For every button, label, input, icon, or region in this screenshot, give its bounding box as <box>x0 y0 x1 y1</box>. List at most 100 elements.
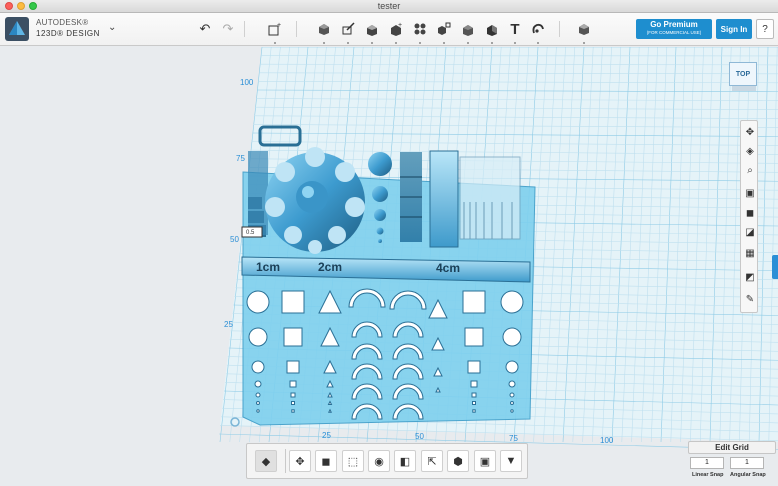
pan-icon[interactable]: ✥ <box>742 124 758 140</box>
ruler-label-4cm: 4cm <box>436 261 460 275</box>
square-test-right <box>472 409 476 413</box>
circle-test-right <box>508 380 516 388</box>
y-axis-label-50: 50 <box>230 235 239 244</box>
toolbar-separator <box>244 21 245 37</box>
view-cube-base[interactable] <box>732 86 756 91</box>
linear-snap-field[interactable]: 1 <box>690 457 724 469</box>
x-axis-label-50: 50 <box>415 432 424 441</box>
move-view-icon[interactable]: ◆ <box>255 450 277 472</box>
snap-icon[interactable] <box>528 19 548 44</box>
undo-icon[interactable]: ↶ <box>195 19 215 39</box>
export-icon[interactable]: ⇱ <box>421 450 443 472</box>
circle-test <box>256 409 260 413</box>
y-axis-label-25: 25 <box>224 320 233 329</box>
circle-test-right <box>510 409 514 413</box>
app-brand: AUTODESK® <box>36 18 89 27</box>
y-axis-label-75: 75 <box>236 154 245 163</box>
circle-test-right <box>510 401 514 405</box>
svg-text:+: + <box>277 22 281 29</box>
bottom-toolbar: ◆ ✥ ◼ ⬚ ◉ ◧ ⇱ ⬢ ▣ ▼ <box>246 443 528 479</box>
square-test-right <box>470 380 478 388</box>
circle-test-right <box>502 327 522 347</box>
toolbar-separator <box>296 21 297 37</box>
square-test-right <box>467 360 481 374</box>
thin-walls <box>459 156 521 240</box>
x-axis-label-100: 100 <box>600 436 614 445</box>
shade-icon[interactable]: ◪ <box>742 224 758 240</box>
construct-icon[interactable] <box>362 19 382 44</box>
square-test-right <box>471 392 477 398</box>
orbit-icon[interactable]: ◈ <box>742 143 758 159</box>
go-premium-button[interactable]: Go Premium (FOR COMMERCIAL USE) <box>636 19 712 39</box>
circle-test-right <box>509 392 515 398</box>
pattern-icon[interactable] <box>410 19 430 44</box>
square-test-right <box>472 401 476 405</box>
x-axis-label-25: 25 <box>322 431 331 440</box>
view-icon[interactable]: ◼ <box>742 205 758 221</box>
square-test <box>289 380 297 388</box>
circle-test-right <box>500 290 524 314</box>
navigation-toolbar: ✥ ◈ ⌕ ▣ ◼ ◪ ▦ ◩ ✎ <box>740 120 758 313</box>
snap-grid-icon[interactable]: ◩ <box>742 269 758 285</box>
go-premium-sublabel: (FOR COMMERCIAL USE) <box>646 30 702 35</box>
square-test <box>291 401 295 405</box>
modify-icon[interactable]: + <box>386 19 406 44</box>
new-sketch-icon[interactable]: + <box>265 19 285 44</box>
app-product-name: 123D® DESIGN <box>36 29 100 38</box>
mesh-icon[interactable]: ⬢ <box>447 450 469 472</box>
smart-scale-icon[interactable]: ▣ <box>474 450 496 472</box>
toolbar-separator <box>285 449 286 473</box>
combine-icon[interactable] <box>458 19 478 44</box>
text-icon[interactable]: T <box>505 19 525 44</box>
transform-icon[interactable]: ✥ <box>289 450 311 472</box>
visibility-icon[interactable]: ◉ <box>368 450 390 472</box>
zoom-icon[interactable]: ⌕ <box>742 162 758 178</box>
ruler-label-2cm: 2cm <box>318 260 342 274</box>
square-test-right <box>462 290 486 314</box>
edit-icon[interactable]: ✎ <box>742 291 758 307</box>
circle-test <box>246 290 270 314</box>
edit-grid-button[interactable]: Edit Grid <box>688 441 776 454</box>
side-panel-tab[interactable] <box>772 255 778 279</box>
view-cube[interactable]: TOP <box>729 62 757 86</box>
help-button[interactable]: ? <box>756 19 774 39</box>
primitives-icon[interactable] <box>314 19 334 44</box>
angular-snap-field[interactable]: 1 <box>730 457 764 469</box>
angular-snap-label: Angular Snap <box>730 472 766 478</box>
square-test <box>281 290 305 314</box>
sketch-icon[interactable] <box>338 19 358 44</box>
go-premium-label: Go Premium <box>650 20 698 29</box>
window-title: tester <box>377 1 401 11</box>
circle-test-right <box>505 360 519 374</box>
group-icon[interactable] <box>434 19 454 44</box>
chevron-down-icon[interactable]: ⌄ <box>108 22 116 33</box>
circle-test <box>248 327 268 347</box>
scene-canvas[interactable]: 0.5 1cm 2cm 4cm <box>0 47 778 486</box>
fit-icon[interactable]: ▣ <box>742 185 758 201</box>
scale-icon[interactable]: ⬚ <box>342 450 364 472</box>
app-logo-icon[interactable] <box>5 17 29 41</box>
size-tag: 0.5 <box>246 230 255 236</box>
sign-in-button[interactable]: Sign In <box>716 19 752 39</box>
edit-grid-panel: Edit Grid 1 1 Linear Snap Angular Snap <box>688 441 776 485</box>
ruler-label-1cm: 1cm <box>256 260 280 274</box>
solid-icon[interactable]: ◧ <box>394 450 416 472</box>
y-axis-label-100: 100 <box>240 78 254 87</box>
shell-icon[interactable]: ▼ <box>500 450 522 472</box>
materials-icon[interactable]: ▦ <box>742 245 758 261</box>
measure-icon[interactable] <box>482 19 502 44</box>
redo-icon[interactable]: ↷ <box>218 19 238 39</box>
toolbar-separator <box>559 21 560 37</box>
svg-text:+: + <box>398 22 402 29</box>
linear-snap-label: Linear Snap <box>692 472 724 478</box>
circle-test <box>254 380 262 388</box>
square-test <box>286 360 300 374</box>
3d-viewport[interactable]: 0.5 1cm 2cm 4cm 100 75 50 25 25 50 75 10… <box>0 47 778 486</box>
square-test-right <box>464 327 484 347</box>
square-test <box>290 392 296 398</box>
material-icon[interactable] <box>574 19 594 44</box>
extrude-icon[interactable]: ◼ <box>315 450 337 472</box>
circle-test <box>251 360 265 374</box>
x-axis-label-75: 75 <box>509 434 518 443</box>
circle-test <box>255 392 261 398</box>
